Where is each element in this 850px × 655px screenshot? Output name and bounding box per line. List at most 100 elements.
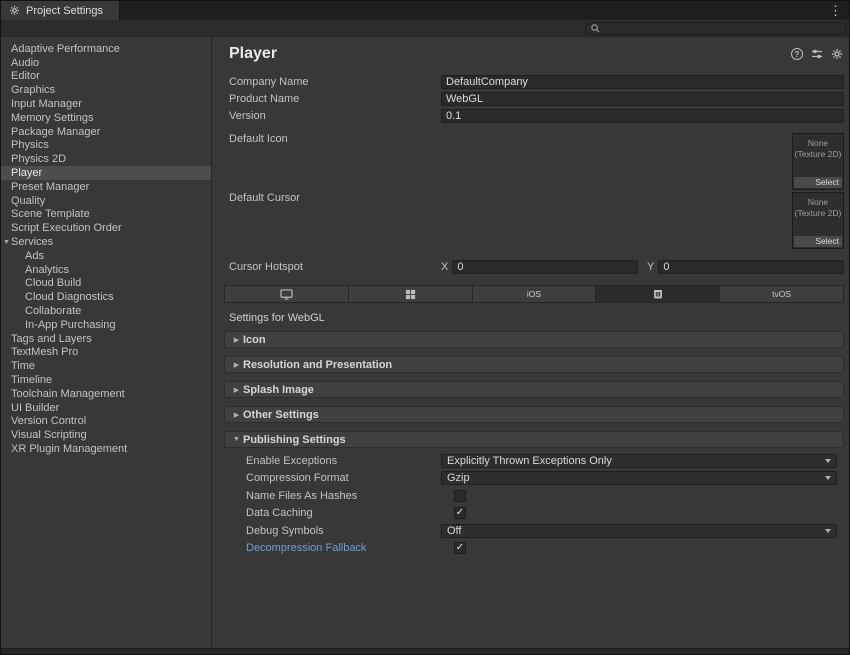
default-cursor-select-button[interactable]: Select	[794, 236, 842, 247]
presets-button[interactable]	[810, 47, 824, 61]
sidebar-item-physics[interactable]: Physics	[1, 139, 211, 153]
foldout-closed-icon: ▶	[230, 386, 243, 394]
default-icon-select-button[interactable]: Select	[794, 177, 842, 188]
chevron-down-icon	[825, 529, 831, 533]
default-icon-picker[interactable]: None (Texture 2D) Select	[792, 133, 844, 190]
tab-project-settings[interactable]: Project Settings	[1, 1, 120, 20]
sidebar-item-tags-and-layers[interactable]: Tags and Layers	[1, 332, 211, 346]
object-none-text: None (Texture 2D)	[793, 138, 843, 160]
company-name-input[interactable]	[441, 75, 844, 89]
sidebar-item-audio[interactable]: Audio	[1, 56, 211, 70]
foldout-closed-icon: ▶	[230, 336, 243, 344]
hotspot-y-label: Y	[647, 261, 654, 273]
chevron-down-icon	[825, 459, 831, 463]
enable-exceptions-dropdown[interactable]: Explicitly Thrown Exceptions Only	[441, 454, 837, 468]
sidebar-item-analytics[interactable]: Analytics	[1, 263, 211, 277]
section-splash-image[interactable]: ▶ Splash Image	[224, 381, 844, 398]
default-cursor-picker[interactable]: None (Texture 2D) Select	[792, 192, 844, 249]
section-publishing-settings[interactable]: ▼ Publishing Settings	[224, 431, 844, 448]
decompression-fallback-label: Decompression Fallback	[246, 542, 441, 554]
project-settings-window: Project Settings ⋮ Adaptive Performance …	[0, 0, 850, 655]
sidebar-item-in-app-purchasing[interactable]: In-App Purchasing	[1, 318, 211, 332]
section-icon[interactable]: ▶ Icon	[224, 331, 844, 348]
window-menu-button[interactable]: ⋮	[822, 1, 849, 20]
cursor-hotspot-label: Cursor Hotspot	[229, 261, 441, 273]
sidebar-item-graphics[interactable]: Graphics	[1, 83, 211, 97]
enable-exceptions-label: Enable Exceptions	[246, 455, 441, 467]
help-button[interactable]: ?	[790, 47, 804, 61]
sidebar-item-visual-scripting[interactable]: Visual Scripting	[1, 428, 211, 442]
chevron-down-icon	[825, 476, 831, 480]
settings-toolbar	[1, 20, 849, 37]
sidebar-item-quality[interactable]: Quality	[1, 194, 211, 208]
version-label: Version	[229, 110, 441, 122]
sidebar-item-input-manager[interactable]: Input Manager	[1, 97, 211, 111]
default-icon-label: Default Icon	[229, 133, 441, 190]
publishing-settings-body: Enable Exceptions Explicitly Thrown Exce…	[229, 452, 844, 557]
platform-tab-bar: iOS tvOS	[224, 285, 844, 303]
hotspot-x-label: X	[441, 261, 448, 273]
window-bottom-strip	[1, 648, 849, 654]
version-input[interactable]	[441, 109, 844, 123]
sidebar-item-editor[interactable]: Editor	[1, 70, 211, 84]
sidebar-item-ads[interactable]: Ads	[1, 249, 211, 263]
tab-uwp[interactable]	[349, 285, 473, 303]
search-icon	[590, 23, 601, 34]
sidebar-item-memory-settings[interactable]: Memory Settings	[1, 111, 211, 125]
check-icon: ✓	[456, 543, 464, 553]
sidebar-item-version-control[interactable]: Version Control	[1, 415, 211, 429]
sidebar-item-toolchain-management[interactable]: Toolchain Management	[1, 387, 211, 401]
sidebar-item-package-manager[interactable]: Package Manager	[1, 125, 211, 139]
data-caching-label: Data Caching	[246, 507, 441, 519]
sidebar-item-adaptive-performance[interactable]: Adaptive Performance	[1, 42, 211, 56]
sidebar-item-timeline[interactable]: Timeline	[1, 373, 211, 387]
title-bar: Project Settings ⋮	[1, 1, 849, 20]
name-files-as-hashes-label: Name Files As Hashes	[246, 490, 441, 502]
sidebar-item-xr-plugin-management[interactable]: XR Plugin Management	[1, 442, 211, 456]
sidebar-item-time[interactable]: Time	[1, 359, 211, 373]
sidebar-item-physics-2d[interactable]: Physics 2D	[1, 152, 211, 166]
gear-button[interactable]	[830, 47, 844, 61]
sidebar-item-scene-template[interactable]: Scene Template	[1, 208, 211, 222]
object-none-text: None (Texture 2D)	[793, 197, 843, 219]
sidebar-item-services[interactable]: ▼ Services	[1, 235, 211, 249]
sidebar-item-textmesh-pro[interactable]: TextMesh Pro	[1, 346, 211, 360]
data-caching-checkbox[interactable]: ✓	[454, 507, 466, 519]
foldout-open-icon: ▼	[230, 436, 243, 443]
product-name-input[interactable]	[441, 92, 844, 106]
foldout-closed-icon: ▶	[230, 361, 243, 369]
search-field[interactable]	[585, 22, 847, 35]
uwp-icon	[405, 289, 416, 300]
foldout-closed-icon: ▶	[230, 411, 243, 419]
sidebar-item-ui-builder[interactable]: UI Builder	[1, 401, 211, 415]
sidebar-item-cloud-build[interactable]: Cloud Build	[1, 277, 211, 291]
search-input[interactable]	[604, 23, 842, 34]
section-resolution-and-presentation[interactable]: ▶ Resolution and Presentation	[224, 356, 844, 373]
decompression-fallback-checkbox[interactable]: ✓	[454, 542, 466, 554]
hotspot-y-input[interactable]	[658, 260, 844, 274]
webgl-icon	[652, 288, 664, 300]
tab-webgl[interactable]	[596, 285, 720, 303]
compression-format-dropdown[interactable]: Gzip	[441, 471, 837, 485]
gear-icon	[831, 48, 843, 60]
debug-symbols-label: Debug Symbols	[246, 525, 441, 537]
standalone-icon	[280, 289, 293, 300]
sidebar-item-script-execution-order[interactable]: Script Execution Order	[1, 221, 211, 235]
sidebar-item-cloud-diagnostics[interactable]: Cloud Diagnostics	[1, 290, 211, 304]
name-files-as-hashes-checkbox[interactable]	[454, 490, 466, 502]
tab-ios[interactable]: iOS	[473, 285, 597, 303]
player-settings-panel: Player ?	[212, 37, 849, 648]
sidebar-item-collaborate[interactable]: Collaborate	[1, 304, 211, 318]
settings-for-header: Settings for WebGL	[229, 312, 844, 324]
hotspot-x-input[interactable]	[452, 260, 638, 274]
sidebar-item-player[interactable]: Player	[1, 166, 211, 180]
page-title: Player	[229, 45, 790, 63]
section-other-settings[interactable]: ▶ Other Settings	[224, 406, 844, 423]
tab-standalone[interactable]	[224, 285, 349, 303]
tab-tvos[interactable]: tvOS	[720, 285, 844, 303]
company-name-label: Company Name	[229, 76, 441, 88]
product-name-label: Product Name	[229, 93, 441, 105]
sidebar-item-preset-manager[interactable]: Preset Manager	[1, 180, 211, 194]
debug-symbols-dropdown[interactable]: Off	[441, 524, 837, 538]
presets-sliders-icon	[811, 48, 823, 60]
